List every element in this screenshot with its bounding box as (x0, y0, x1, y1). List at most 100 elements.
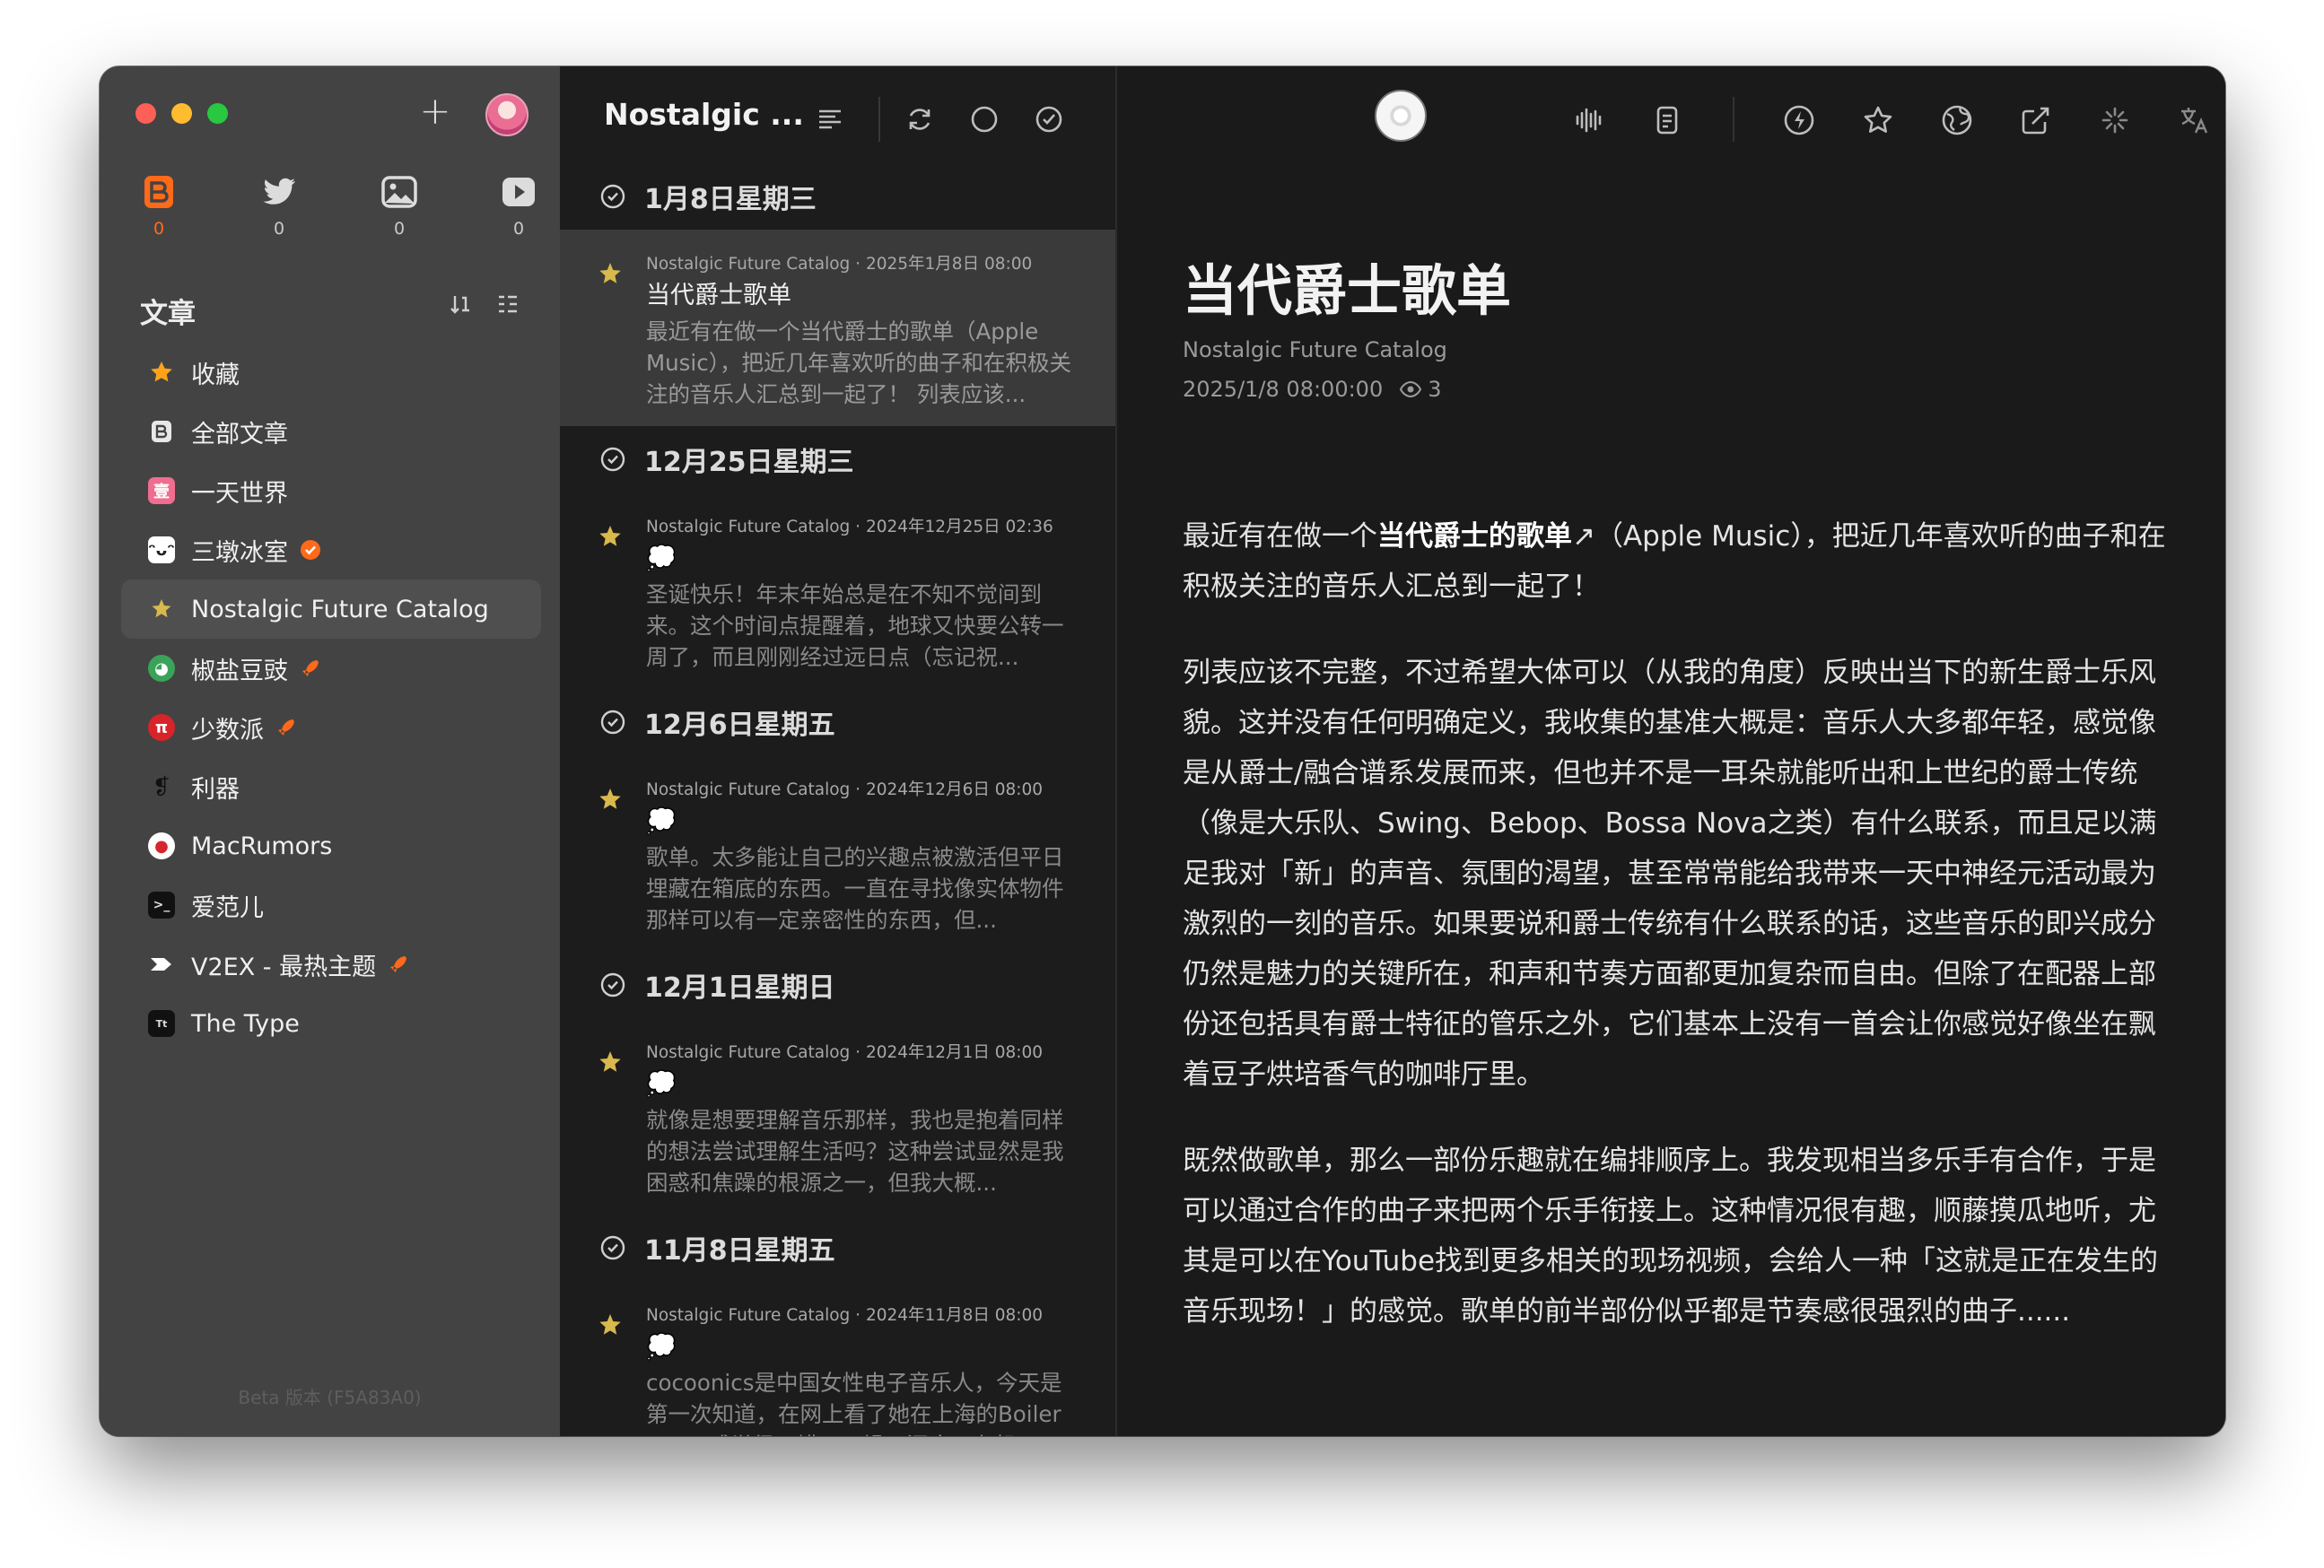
rocket-badge-icon (278, 719, 294, 736)
feed-star-icon (599, 1051, 621, 1072)
check-circle-icon (600, 447, 625, 472)
reader-view-icon[interactable] (1649, 102, 1685, 138)
check-circle-icon (600, 184, 625, 209)
item-excerpt: 就像是想要理解音乐那样，我也是抱着同样的想法尝试理解生活吗？这种尝试显然是我困惑… (646, 1107, 1064, 1196)
list-item[interactable]: Nostalgic Future Catalog · 2024年12月1日 08… (560, 1018, 1115, 1215)
list-title: Nostalgic ... (604, 97, 804, 132)
section-tools (450, 292, 520, 316)
date-label: 1月8日星期三 (644, 184, 817, 215)
add-feed-button[interactable]: + (415, 92, 455, 133)
sidebar-item-label: 收藏 (191, 361, 240, 389)
source-tab-reeder[interactable]: 0 (132, 172, 186, 239)
date-header[interactable]: 1月8日星期三 (560, 163, 1115, 230)
sidebar-item-ifanr[interactable]: >_ 爱范儿 (121, 875, 541, 935)
sidebar-item-yitianshijie[interactable]: 壹 一天世界 (121, 461, 541, 520)
item-meta: Nostalgic Future Catalog · 2024年11月8日 08… (646, 1306, 1044, 1325)
list-item[interactable]: Nostalgic Future Catalog · 2024年12月6日 08… (560, 755, 1115, 952)
sidebar-item-sspai[interactable]: π 少数派 (121, 698, 541, 757)
feed-icon: ❡ (152, 774, 171, 799)
feed-list: 收藏 全部文章 壹 一天世界 ᵔᴗᵔ 三墩冰室 Nostalgic Future… (121, 343, 541, 1053)
sidebar-item-the-type[interactable]: Tt The Type (121, 994, 541, 1053)
source-tab-photos[interactable]: 0 (372, 172, 426, 239)
eye-icon (1400, 380, 1422, 398)
item-title: 💭 (646, 1333, 677, 1361)
mark-all-read-icon[interactable] (1034, 104, 1064, 135)
text-align-icon[interactable] (815, 104, 845, 135)
audio-cover-icon[interactable] (1375, 90, 1427, 142)
item-excerpt: 歌单。太多能让自己的兴趣点被激活但平日埋藏在箱底的东西。一直在寻找像实体物件那样… (646, 844, 1064, 933)
date-header[interactable]: 11月8日星期五 (560, 1215, 1115, 1281)
source-count: 0 (393, 219, 406, 239)
paragraph: 列表应该不完整，不过希望大体可以（从我的角度）反映出当下的新生爵士乐风貌。这并没… (1183, 657, 2157, 1091)
sparkle-icon[interactable] (2097, 102, 2133, 138)
video-icon (502, 178, 535, 206)
date-header[interactable]: 12月6日星期五 (560, 689, 1115, 755)
sidebar-item-liqi[interactable]: ❡ 利器 (121, 757, 541, 816)
sidebar-item-nostalgic[interactable]: Nostalgic Future Catalog (121, 579, 541, 639)
sort-icon[interactable] (450, 292, 473, 316)
list-item[interactable]: Nostalgic Future Catalog · 2025年1月8日 08:… (560, 230, 1115, 426)
reader-pane: 当代爵士歌单 Nostalgic Future Catalog 2025/1/8… (1117, 66, 2225, 1436)
sidebar-item-label: MacRumors (191, 832, 333, 860)
sidebar-item-v2ex[interactable]: V2EX - 最热主题 (121, 935, 541, 994)
feed-icon (151, 958, 171, 971)
sidebar-item-all-articles[interactable]: 全部文章 (121, 402, 541, 461)
text-span: 最近有在做一个 (1183, 520, 1377, 553)
refresh-icon[interactable] (904, 104, 935, 135)
filter-list-icon[interactable] (496, 292, 520, 316)
article-body: 最近有在做一个当代爵士的歌单↗（Apple Music），把近几年喜欢听的曲子和… (1183, 511, 2170, 1372)
feed-star-icon (599, 1314, 621, 1335)
list-item[interactable]: Nostalgic Future Catalog · 2024年11月8日 08… (560, 1281, 1115, 1436)
sidebar-item-label: 爱范儿 (191, 893, 264, 922)
sidebar-item-jiaoyan[interactable]: ◕ 椒盐豆豉 (121, 639, 541, 698)
feed-icon: π (148, 714, 175, 741)
source-count: 0 (512, 219, 525, 239)
date-header[interactable]: 12月25日星期三 (560, 426, 1115, 492)
reeder-icon (152, 421, 171, 442)
feed-star-icon (599, 788, 621, 809)
sidebar-item-label: V2EX - 最热主题 (191, 953, 377, 981)
unread-filter-icon[interactable] (969, 104, 1000, 135)
sidebar-item-label: 少数派 (191, 716, 264, 745)
sidebar-item-label: 三墩冰室 (191, 538, 288, 567)
sidebar-item-label: Nostalgic Future Catalog (191, 595, 489, 623)
star-icon (152, 599, 171, 618)
article-source[interactable]: Nostalgic Future Catalog (1183, 337, 1447, 362)
app-window: + 0 0 0 0 文章 收藏 全部文章 壹 一天世界 ᵔᴗᵔ 三墩冰室 Nos… (100, 66, 2225, 1436)
item-title: 💭 (646, 807, 677, 835)
sidebar-item-label: 一天世界 (191, 479, 288, 508)
rocket-badge-icon (390, 956, 407, 972)
item-meta: Nostalgic Future Catalog · 2024年12月1日 08… (646, 1043, 1044, 1062)
globe-icon[interactable] (1939, 102, 1975, 138)
check-circle-icon (600, 1235, 625, 1260)
source-tabs: 0 0 0 0 (100, 172, 560, 262)
avatar[interactable] (485, 93, 529, 136)
article-date: 2025/1/8 08:00:00 (1183, 377, 1384, 402)
sidebar-item-sandun[interactable]: ᵔᴗᵔ 三墩冰室 (121, 520, 541, 579)
close-window-button[interactable] (135, 103, 156, 124)
lightning-icon[interactable] (1781, 102, 1817, 138)
feed-icon: 壹 (148, 477, 175, 504)
article-meta: 2025/1/8 08:00:00 3 (1183, 377, 1442, 402)
rocket-badge-icon (302, 660, 319, 676)
source-tab-twitter[interactable]: 0 (252, 172, 306, 239)
feed-icon: >_ (148, 892, 175, 919)
source-tab-videos[interactable]: 0 (492, 172, 546, 239)
verified-badge-icon (301, 540, 320, 560)
source-count: 0 (273, 219, 285, 239)
sidebar-item-label: 椒盐豆豉 (191, 657, 288, 685)
date-header[interactable]: 12月1日星期日 (560, 952, 1115, 1018)
version-label: Beta 版本 (F5A83A0) (238, 1387, 422, 1408)
translate-icon[interactable] (2176, 102, 2212, 138)
sidebar-item-favorites[interactable]: 收藏 (121, 343, 541, 402)
share-icon[interactable] (2018, 102, 2054, 138)
minimize-window-button[interactable] (171, 103, 192, 124)
sidebar-item-label: The Type (191, 1009, 300, 1038)
waveform-icon[interactable] (1570, 102, 1606, 138)
list-item[interactable]: Nostalgic Future Catalog · 2024年12月25日 0… (560, 492, 1115, 689)
item-excerpt: 最近有在做一个当代爵士的歌单（Apple Music），把近几年喜欢听的曲子和在… (646, 318, 1071, 407)
favorite-icon[interactable] (1860, 102, 1896, 138)
article-link[interactable]: 当代爵士的歌单 (1377, 520, 1572, 553)
zoom-window-button[interactable] (207, 103, 228, 124)
sidebar-item-macrumors[interactable]: ● MacRumors (121, 816, 541, 875)
